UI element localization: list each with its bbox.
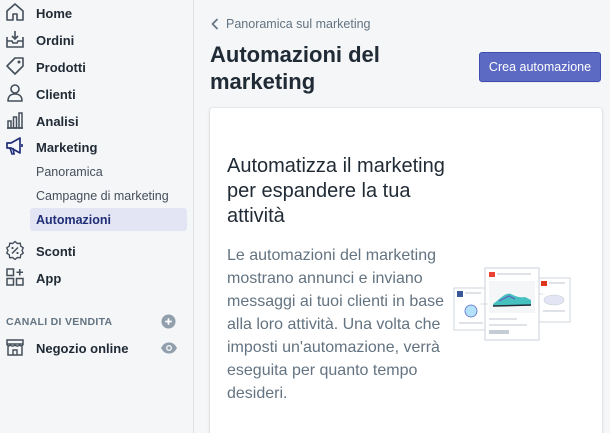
sidebar-subitem-automations[interactable]: Automazioni (30, 208, 187, 231)
add-channel-icon[interactable] (161, 314, 176, 329)
sales-channels-heading: CANALI DI VENDITA (6, 316, 113, 328)
sidebar-item-apps[interactable]: App (0, 265, 194, 291)
sidebar-subitem-label: Automazioni (36, 212, 111, 227)
sidebar-item-label: Sconti (36, 243, 76, 259)
sidebar-item-label: Clienti (36, 86, 76, 102)
sidebar-item-customers[interactable]: Clienti (0, 81, 194, 107)
sidebar-item-analytics[interactable]: Analisi (0, 108, 194, 134)
sidebar-item-label: Prodotti (36, 59, 86, 75)
sidebar-item-label: Marketing (36, 139, 98, 155)
sidebar-item-label: Negozio online (36, 340, 129, 356)
discount-icon (6, 240, 24, 260)
home-icon (6, 3, 24, 21)
sidebar-item-label: Home (36, 5, 73, 21)
sidebar-subitem-label: Panoramica (36, 164, 103, 179)
store-icon (6, 339, 24, 356)
breadcrumb[interactable]: Panoramica sul marketing (210, 17, 371, 31)
chevron-left-icon (211, 18, 218, 30)
person-icon (7, 84, 23, 102)
sidebar-item-marketing[interactable]: Marketing (0, 134, 194, 160)
sidebar-item-products[interactable]: Prodotti (0, 54, 194, 80)
create-automation-button[interactable]: Crea automazione (479, 52, 601, 82)
sidebar-subitem-campaigns[interactable]: Campagne di marketing (30, 184, 187, 207)
sidebar-item-label: App (36, 270, 62, 286)
main-content: Panoramica sul marketing Automazioni del… (195, 0, 610, 433)
sidebar: Home Ordini Prodotti Clienti Analisi Mar… (0, 0, 194, 433)
tag-icon (6, 57, 24, 75)
sidebar-subitem-label: Campagne di marketing (36, 188, 169, 203)
page-title: Automazioni del marketing (210, 42, 380, 94)
sidebar-item-label: Ordini (36, 32, 75, 48)
card-body: Le automazioni del marketing mostrano an… (227, 247, 445, 402)
sidebar-item-orders[interactable]: Ordini (0, 27, 194, 53)
apps-icon (6, 268, 24, 286)
sidebar-subitem-overview[interactable]: Panoramica (30, 160, 187, 183)
megaphone-icon (6, 137, 23, 155)
sidebar-item-label: Analisi (36, 113, 79, 129)
empty-state-card: Automatizza il marketing per espandere l… (210, 108, 602, 433)
automation-illustration-icon (453, 267, 571, 341)
orders-icon (6, 31, 24, 48)
bar-chart-icon (7, 112, 23, 129)
sidebar-item-discounts[interactable]: Sconti (0, 238, 194, 264)
card-heading: Automatizza il marketing per espandere l… (227, 155, 445, 227)
breadcrumb-link: Panoramica sul marketing (226, 17, 371, 31)
eye-icon[interactable] (160, 341, 178, 355)
sidebar-item-home[interactable]: Home (0, 0, 194, 26)
